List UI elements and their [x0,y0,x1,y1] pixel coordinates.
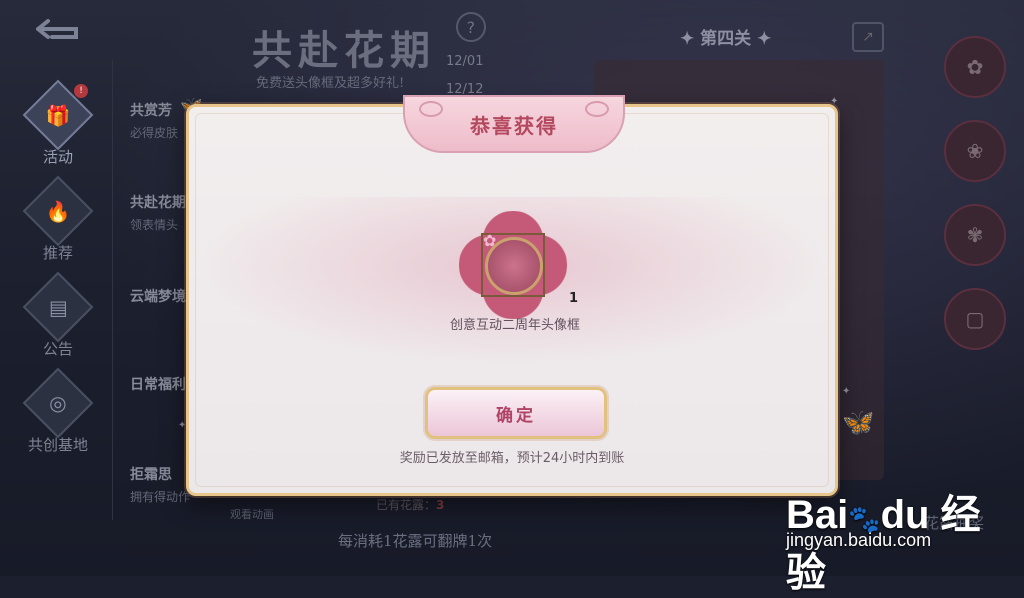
flower-count: 已有花露：3 [376,496,444,513]
sparkle-icon: ✦ [842,386,851,397]
confirm-button[interactable]: 确定 [425,387,607,439]
nav-item-notice[interactable]: ▤ 公告 [18,271,98,370]
sub-item-title: 日常福利 [130,377,186,393]
flower-count-value: 3 [436,498,445,512]
reward-slot-icon[interactable]: ▢ [944,288,1006,350]
sub-item-title: 共赴花期 [130,195,186,211]
left-nav: 🎁 ! 活动 🔥 推荐 ▤ 公告 ◎ 共创基地 [18,79,106,466]
ornament-icon: ✦ [751,29,772,49]
right-reward-column: ✿ ❀ ✾ ▢ [938,30,1008,372]
back-button[interactable] [28,14,84,44]
sub-item[interactable]: 日常福利 [130,374,186,394]
nav-item-recommend[interactable]: 🔥 推荐 [18,175,98,274]
sub-item-desc: 必得皮肤 [130,126,179,140]
back-arrow-icon [36,19,78,39]
flower-count-label: 已有花露： [376,498,437,512]
nav-divider [112,60,113,520]
sub-item-title: 共赏芳 [130,103,172,119]
watermark: Bai🐾du 经验 jingyan.baidu.com [786,482,1010,595]
reward-name: 创意互动二周年头像框 [449,318,580,333]
base-icon: ◎ [22,367,94,439]
dialog-header: 恭喜获得 [403,95,625,153]
nav-item-activity[interactable]: 🎁 ! 活动 [18,79,98,178]
reward-slot-icon[interactable]: ✿ [944,36,1006,98]
flower-icon: ✿ [483,231,497,250]
sub-item[interactable]: 共赏芳 必得皮肤 [130,100,178,141]
reward-item[interactable]: ✿ 1 [459,211,578,319]
stage-title: ✦ 第四关 ✦ [680,29,772,49]
sub-item-desc: 领表情头 [130,218,179,232]
notice-icon: ▤ [22,271,94,343]
header-ornament-icon [419,101,443,117]
nav-item-base[interactable]: ◎ 共创基地 [18,367,98,466]
event-subtitle: 免费送头像框及超多好礼! [256,76,405,91]
watch-animation-button[interactable]: 观看动画 [230,506,274,522]
dialog-title: 恭喜获得 [470,113,558,138]
sub-item-desc: 拥有得动作 [130,490,191,504]
header-ornament-icon [585,101,609,117]
reward-dialog: 恭喜获得 ✿ 1 创意互动二周年头像框 确定 奖励已发放至邮箱，预计24小时内到… [186,95,838,496]
flame-icon: 🔥 [22,175,94,247]
sub-item[interactable]: 共赴花期 领表情头 [130,192,186,233]
bottom-hint: 每消耗1花露可翻牌1次 [338,532,493,550]
reward-slot-icon[interactable]: ❀ [944,120,1006,182]
sub-item-title: 云端梦境 [130,289,186,305]
share-icon[interactable]: ↗ [852,22,884,52]
reward-count: 1 [569,291,579,306]
sub-item-title: 拒霜思 [130,467,172,483]
watermark-url: jingyan.baidu.com [786,530,932,550]
butterfly-icon: 🦋 [842,408,875,438]
notification-badge: ! [74,84,88,98]
sub-item[interactable]: 拒霜思 拥有得动作 [130,464,190,505]
sub-item[interactable]: 云端梦境 [130,286,186,306]
ornament-icon: ✦ [680,29,701,49]
date-start: 12/01 [446,54,484,69]
mail-notice: 奖励已发放至邮箱，预计24小时内到账 [399,451,625,466]
event-title: 共赴花期 [252,27,436,74]
reward-slot-icon[interactable]: ✾ [944,204,1006,266]
